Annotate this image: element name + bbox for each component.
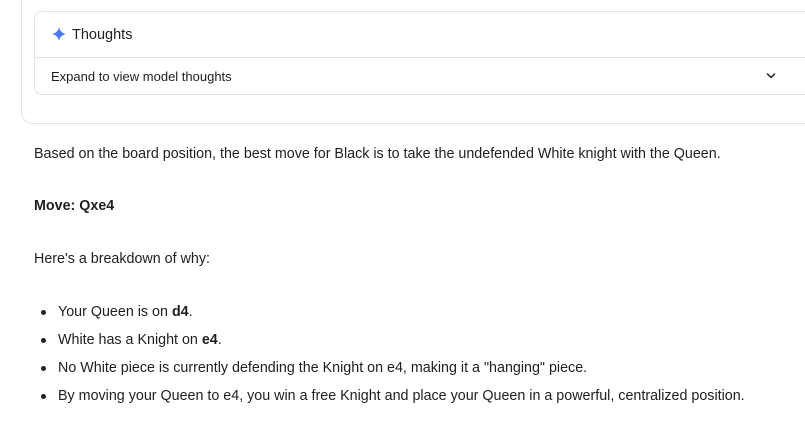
chevron-down-icon[interactable]: [766, 71, 776, 81]
answer-breakdown-intro: Here's a breakdown of why:: [34, 251, 210, 267]
thoughts-panel: Thoughts Expand to view model thoughts: [34, 11, 805, 95]
answer-intro: Based on the board position, the best mo…: [34, 146, 721, 162]
list-item: White has a Knight on e4.: [34, 330, 745, 358]
thoughts-header: Thoughts: [35, 12, 805, 58]
list-item-text: No White piece is currently defending th…: [58, 360, 588, 376]
reason-list: Your Queen is on d4. White has a Knight …: [34, 302, 745, 414]
sparkle-icon: [52, 27, 66, 41]
list-item-bold: e4: [201, 332, 218, 348]
thoughts-title: Thoughts: [72, 27, 133, 43]
answer-move: Move: Qxe4: [34, 198, 115, 214]
list-item-text: Your Queen is on: [58, 304, 172, 320]
list-item-text: White has a Knight on: [58, 332, 202, 348]
list-item-suffix: .: [188, 304, 193, 320]
expand-thoughts-button[interactable]: Expand to view model thoughts: [35, 58, 805, 95]
list-item: No White piece is currently defending th…: [34, 358, 745, 386]
list-item-text: By moving your Queen to e4, you win a fr…: [58, 388, 745, 404]
list-item-suffix: .: [217, 332, 222, 348]
list-item: By moving your Queen to e4, you win a fr…: [34, 386, 745, 414]
chat-page: Thoughts Expand to view model thoughts B…: [0, 0, 805, 444]
list-item: Your Queen is on d4.: [34, 302, 745, 330]
expand-thoughts-label: Expand to view model thoughts: [51, 69, 232, 84]
list-item-bold: d4: [171, 304, 189, 320]
